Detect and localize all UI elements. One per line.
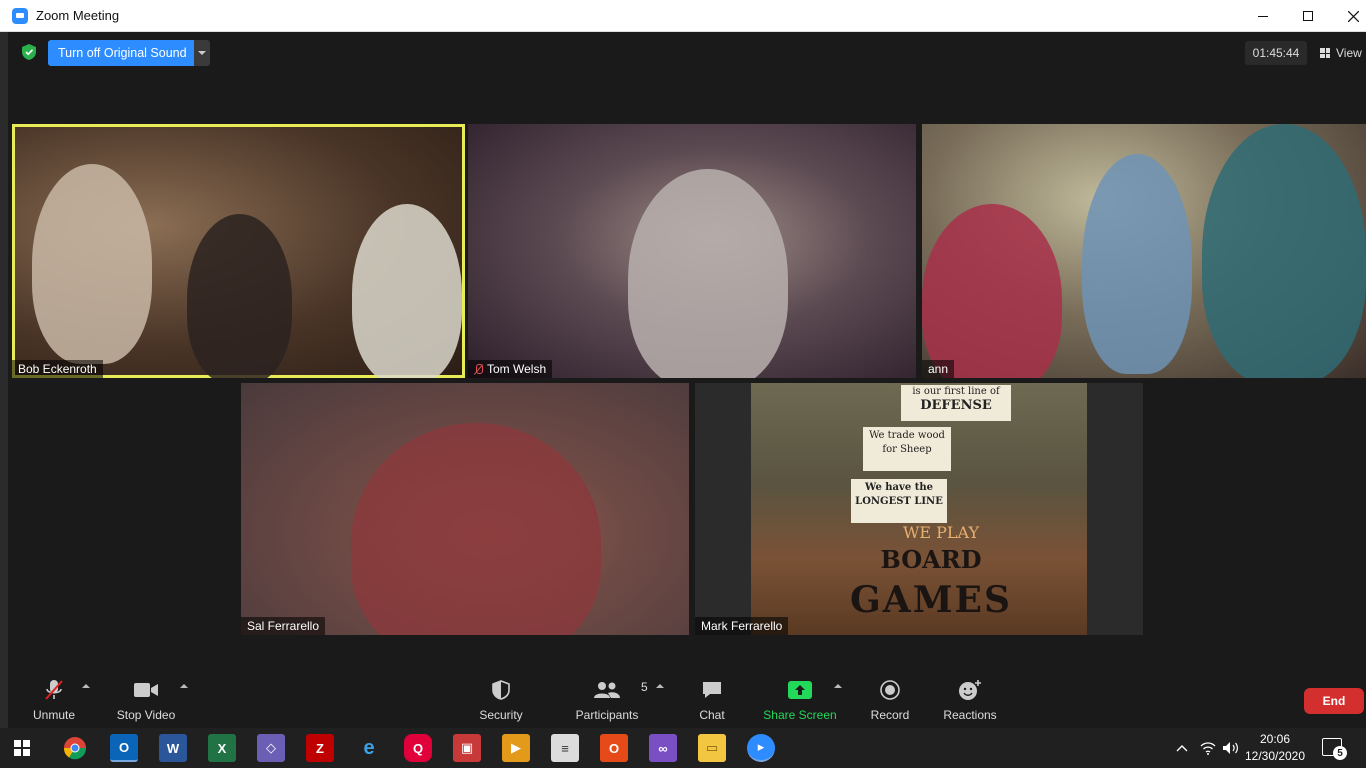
windows-taskbar: O W X ◇ Z e Q ▣ ▶ ≡ O ∞ ▭ ▸ 20:06 12/30/…	[0, 728, 1366, 768]
end-meeting-button[interactable]: End	[1304, 688, 1364, 714]
reactions-button[interactable]: Reactions	[940, 678, 1000, 724]
clock-time: 20:06	[1259, 732, 1291, 746]
chat-button[interactable]: Chat	[692, 678, 732, 724]
zoom-logo-icon	[12, 7, 28, 24]
participant-video	[351, 423, 601, 635]
office-icon[interactable]: O	[600, 734, 628, 762]
security-button[interactable]: Security	[474, 678, 528, 724]
video-camera-icon	[133, 678, 159, 702]
participant-name-tag: ann	[922, 360, 955, 378]
quicken-icon[interactable]: Q	[404, 734, 432, 762]
chevron-down-icon	[198, 51, 206, 55]
mic-muted-icon	[43, 678, 65, 702]
smiley-plus-icon	[958, 678, 982, 702]
participant-name-tag: Tom Welsh	[468, 360, 553, 378]
security-shield-icon	[492, 678, 510, 702]
video-tile-tom-welsh[interactable]: Tom Welsh	[468, 124, 916, 378]
chat-bubble-icon	[701, 678, 723, 702]
meeting-timer: 01:45:44	[1245, 41, 1307, 65]
encryption-shield-icon[interactable]	[22, 44, 36, 60]
share-options-chevron-icon[interactable]	[834, 684, 842, 688]
participants-count: 5	[641, 680, 648, 694]
left-window-edge	[0, 32, 8, 728]
notification-count-badge: 5	[1333, 746, 1347, 760]
participants-button[interactable]: 5 Participants	[574, 678, 648, 724]
taskbar-clock[interactable]: 20:06 12/30/2020	[1242, 731, 1308, 765]
word-icon[interactable]: W	[159, 734, 187, 762]
outlook-icon[interactable]: O	[110, 734, 138, 762]
unmute-button[interactable]: Unmute	[30, 678, 78, 724]
participant-video	[187, 214, 292, 378]
participant-name-tag: Mark Ferrarello	[695, 617, 789, 635]
wifi-icon[interactable]	[1200, 728, 1216, 768]
video-tile-ann[interactable]: ann	[922, 124, 1366, 378]
participant-video	[628, 169, 788, 378]
original-sound-dropdown[interactable]	[194, 40, 210, 66]
window-titlebar: Zoom Meeting	[0, 0, 1366, 32]
share-screen-arrow-icon	[788, 678, 812, 702]
original-sound-button[interactable]: Turn off Original Sound	[48, 40, 197, 66]
participant-video	[1202, 124, 1366, 378]
file-explorer-icon[interactable]: ▭	[698, 734, 726, 762]
participants-icon: 5	[593, 678, 648, 702]
participant-video	[352, 204, 462, 378]
zoom-icon[interactable]: ▸	[747, 734, 775, 762]
volume-icon[interactable]	[1222, 728, 1240, 768]
visual-studio-icon[interactable]: ∞	[649, 734, 677, 762]
maximize-button[interactable]	[1285, 0, 1331, 32]
chrome-icon[interactable]	[61, 734, 89, 762]
video-options-chevron-icon[interactable]	[180, 684, 188, 688]
paint-icon[interactable]: ▣	[453, 734, 481, 762]
participants-options-chevron-icon[interactable]	[656, 684, 664, 688]
meeting-area: Turn off Original Sound 01:45:44 View Bo…	[8, 32, 1366, 727]
close-icon	[1347, 10, 1359, 22]
minimize-button[interactable]	[1240, 0, 1286, 32]
muted-mic-icon	[474, 363, 483, 375]
view-label: View	[1336, 46, 1362, 60]
video-tile-sal-ferrarello[interactable]: Sal Ferrarello	[241, 383, 689, 635]
media-icon[interactable]: ▶	[502, 734, 530, 762]
show-hidden-icons-chevron-icon[interactable]	[1176, 728, 1188, 768]
video-tile-mark-ferrarello[interactable]: is our first line of DEFENSE We trade woo…	[695, 383, 1143, 635]
participant-name-tag: Bob Eckenroth	[12, 360, 103, 378]
windows-start-icon[interactable]	[14, 740, 30, 756]
share-screen-button[interactable]: Share Screen	[760, 678, 840, 724]
window-title: Zoom Meeting	[36, 8, 120, 23]
board-games-sign: is our first line of DEFENSE We trade woo…	[751, 383, 1087, 635]
record-icon	[880, 678, 900, 702]
close-button[interactable]	[1330, 0, 1366, 32]
meeting-toolbar: Unmute Stop Video Security 5 Participant…	[8, 672, 1366, 728]
view-button[interactable]: View	[1320, 41, 1362, 65]
grid-view-icon	[1320, 48, 1330, 58]
participant-video	[1082, 154, 1192, 374]
audio-options-chevron-icon[interactable]	[82, 684, 90, 688]
clock-date: 12/30/2020	[1244, 749, 1306, 763]
app-icon[interactable]: ◇	[257, 734, 285, 762]
filezilla-icon[interactable]: Z	[306, 734, 334, 762]
record-button[interactable]: Record	[866, 678, 914, 724]
excel-icon[interactable]: X	[208, 734, 236, 762]
notepad-icon[interactable]: ≡	[551, 734, 579, 762]
video-tile-bob-eckenroth[interactable]: Bob Eckenroth	[12, 124, 465, 378]
stop-video-button[interactable]: Stop Video	[114, 678, 178, 724]
participant-video	[922, 204, 1062, 378]
participant-name-tag: Sal Ferrarello	[241, 617, 326, 635]
participant-video	[32, 164, 152, 364]
ie-icon[interactable]: e	[355, 734, 383, 762]
